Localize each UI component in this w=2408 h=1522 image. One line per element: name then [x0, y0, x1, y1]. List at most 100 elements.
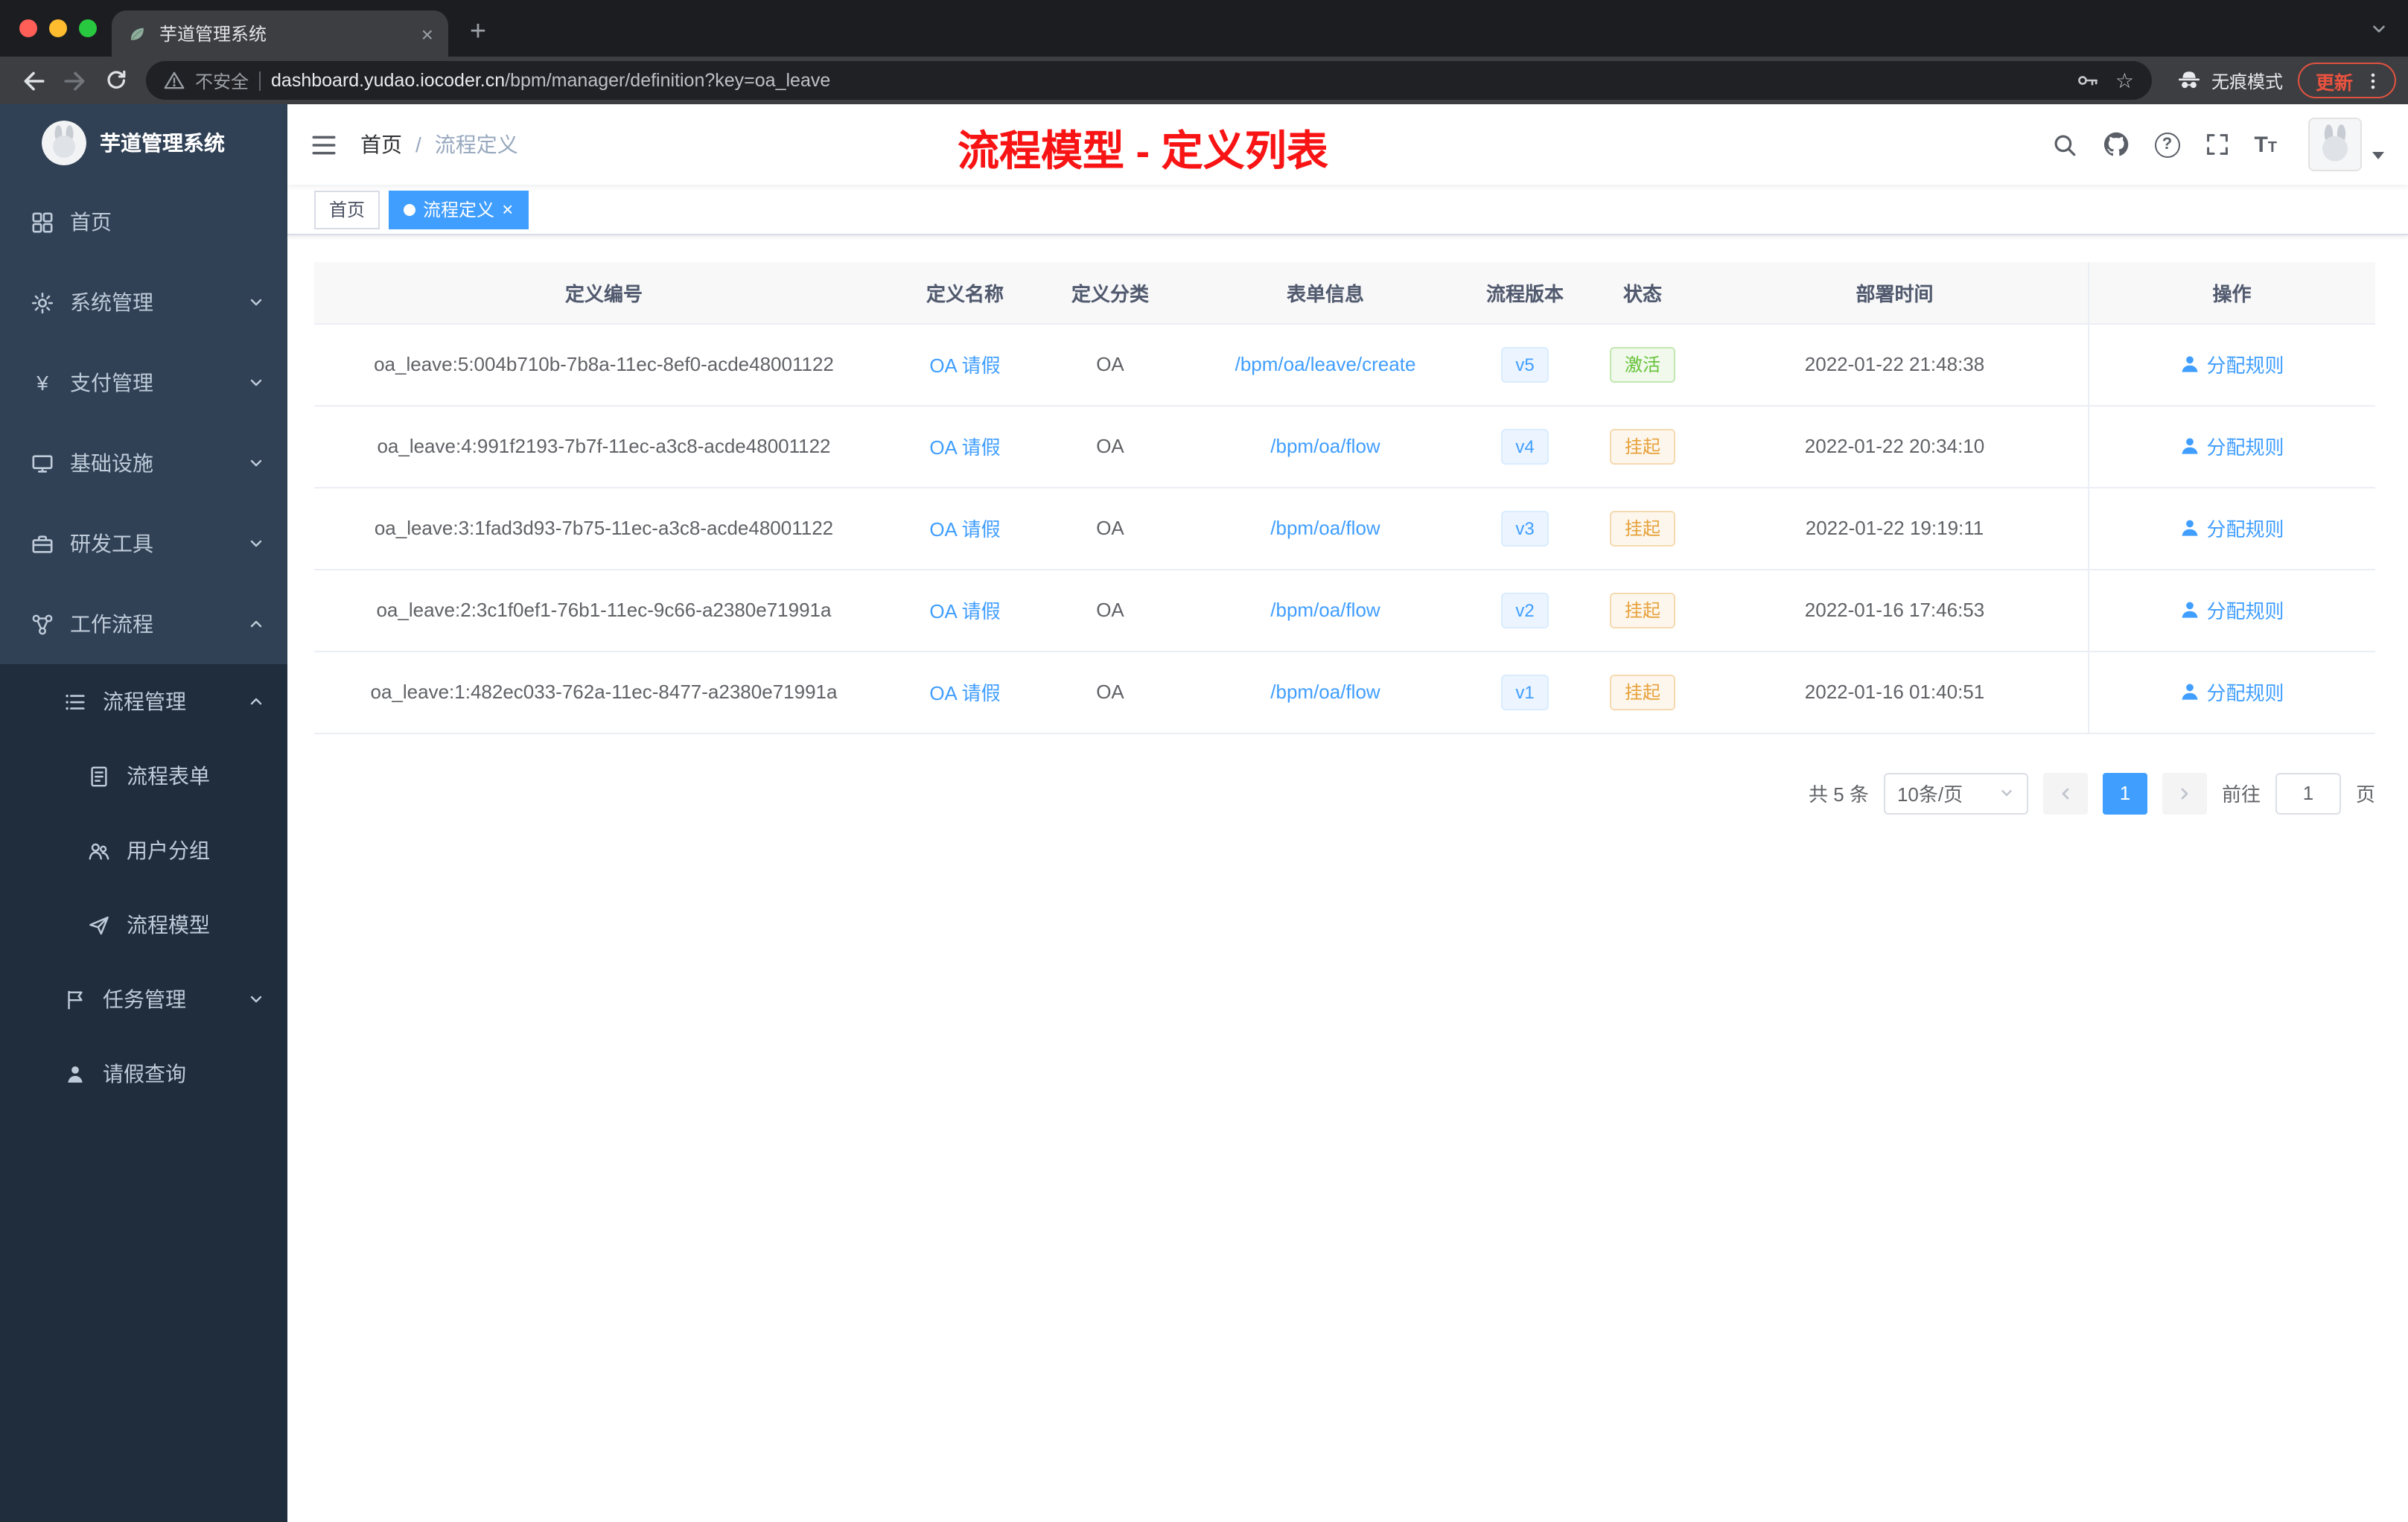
version-badge: v4	[1500, 428, 1549, 464]
window-close-button[interactable]	[19, 19, 37, 37]
form-link[interactable]: /bpm/oa/flow	[1270, 435, 1380, 457]
sidebar-item-leave-query[interactable]: 请假查询	[0, 1037, 287, 1111]
security-warning-icon[interactable]	[164, 70, 185, 91]
table-row: oa_leave:2:3c1f0ef1-76b1-11ec-9c66-a2380…	[314, 569, 2375, 652]
definition-name-link[interactable]: OA 请假	[929, 682, 1000, 704]
sidebar-item-process-model[interactable]: 流程模型	[0, 888, 287, 962]
sidebar-item-system-management[interactable]: 系统管理	[0, 262, 287, 343]
password-key-icon[interactable]	[2077, 69, 2100, 92]
definition-name-link[interactable]: OA 请假	[929, 354, 1000, 377]
goto-page-input[interactable]	[2275, 772, 2341, 814]
chevron-down-icon	[250, 996, 262, 1003]
pagination: 共 5 条 10条/页 1 前往 页	[314, 772, 2375, 814]
tab-search-chevron-icon[interactable]	[2369, 19, 2389, 39]
form-link[interactable]: /bpm/oa/flow	[1270, 517, 1380, 539]
deploy-time-cell: 2022-01-22 20:34:10	[1702, 405, 2088, 488]
font-size-icon[interactable]: TT	[2254, 132, 2277, 157]
form-link[interactable]: /bpm/oa/leave/create	[1235, 353, 1416, 375]
sidebar-item-process-form[interactable]: 流程表单	[0, 739, 287, 813]
operation-cell: 分配规则	[2087, 323, 2375, 406]
url-text[interactable]: dashboard.yudao.iocoder.cn/bpm/manager/d…	[271, 70, 2066, 91]
form-link[interactable]: /bpm/oa/flow	[1270, 599, 1380, 621]
assign-rule-link[interactable]: 分配规则	[2179, 432, 2284, 460]
security-label[interactable]: 不安全	[195, 68, 249, 93]
sidebar-item-user-group[interactable]: 用户分组	[0, 813, 287, 888]
deploy-time-cell: 2022-01-22 21:48:38	[1702, 323, 2088, 406]
definition-name-cell: OA 请假	[894, 405, 1036, 488]
tab-close-icon[interactable]: ×	[421, 23, 433, 44]
form-cell: /bpm/oa/leave/create	[1184, 323, 1467, 406]
sidebar-item-task-management[interactable]: 任务管理	[0, 962, 287, 1037]
list-icon	[66, 693, 85, 710]
status-cell: 挂起	[1583, 405, 1702, 488]
sidebar-item-infrastructure[interactable]: 基础设施	[0, 423, 287, 503]
chevron-down-icon	[250, 299, 262, 306]
new-tab-button[interactable]: +	[457, 12, 499, 54]
sidebar-toggle-button[interactable]	[311, 132, 337, 157]
user-icon	[2181, 602, 2198, 618]
user-group-icon	[89, 842, 109, 859]
toolbox-icon	[32, 535, 53, 553]
chevron-left-icon	[2062, 787, 2069, 799]
column-header-version: 流程版本	[1467, 262, 1583, 324]
address-bar[interactable]: 不安全 dashboard.yudao.iocoder.cn/bpm/manag…	[146, 61, 2152, 100]
forward-button[interactable]	[54, 61, 95, 100]
reload-button[interactable]	[95, 61, 137, 100]
goto-label: 前往	[2221, 783, 2261, 806]
definition-name-link[interactable]: OA 请假	[929, 600, 1000, 623]
help-icon[interactable]: ?	[2154, 132, 2180, 157]
sidebar: 芋道管理系统 首页 系统管理 ¥ 支付管理 基础设施 研发工具 工作流程 流程管…	[0, 104, 287, 1522]
goto-unit: 页	[2355, 783, 2375, 806]
version-badge: v1	[1500, 674, 1549, 710]
definition-table: 定义编号 定义名称 定义分类 表单信息 流程版本 状态 部署时间 操作 oa_l	[314, 262, 2375, 733]
chevron-down-icon	[250, 459, 262, 467]
avatar	[2308, 118, 2362, 171]
tag-process-definition[interactable]: 流程定义 ×	[389, 190, 529, 229]
column-header-category: 定义分类	[1036, 262, 1184, 324]
prev-page-button[interactable]	[2042, 772, 2088, 814]
browser-update-button[interactable]: 更新	[2297, 63, 2396, 98]
search-icon[interactable]	[2051, 132, 2077, 157]
chevron-down-icon	[250, 540, 262, 547]
breadcrumb-home[interactable]: 首页	[360, 130, 402, 159]
assign-rule-link[interactable]: 分配规则	[2179, 350, 2284, 378]
navbar-actions: ? TT	[2051, 118, 2384, 171]
definition-name-link[interactable]: OA 请假	[929, 518, 1000, 541]
sidebar-item-home[interactable]: 首页	[0, 182, 287, 262]
sidebar-logo[interactable]: 芋道管理系统	[0, 104, 287, 182]
dashboard-icon	[32, 211, 53, 232]
sidebar-item-process-management[interactable]: 流程管理	[0, 664, 287, 739]
annotation-title: 流程模型 - 定义列表	[958, 128, 1328, 174]
window-zoom-button[interactable]	[79, 19, 97, 37]
assign-rule-link[interactable]: 分配规则	[2179, 514, 2284, 542]
assign-rule-link[interactable]: 分配规则	[2179, 596, 2284, 624]
form-link[interactable]: /bpm/oa/flow	[1270, 681, 1380, 703]
user-menu[interactable]	[2308, 118, 2384, 171]
tags-view-bar: 首页 流程定义 ×	[287, 185, 2408, 235]
chevron-up-icon	[250, 698, 262, 705]
github-icon[interactable]	[2102, 131, 2129, 158]
form-cell: /bpm/oa/flow	[1184, 651, 1467, 733]
sidebar-item-payment-management[interactable]: ¥ 支付管理	[0, 343, 287, 423]
fullscreen-icon[interactable]	[2205, 133, 2229, 156]
top-navbar: 首页 / 流程定义 流程模型 - 定义列表 ? TT	[287, 104, 2408, 185]
page-size-select[interactable]: 10条/页	[1883, 772, 2028, 814]
table-row: oa_leave:5:004b710b-7b8a-11ec-8ef0-acde4…	[314, 323, 2375, 406]
yen-icon: ¥	[36, 371, 48, 395]
browser-tab[interactable]: 芋道管理系统 ×	[112, 10, 448, 57]
tag-home[interactable]: 首页	[314, 190, 380, 229]
tag-close-icon[interactable]: ×	[502, 200, 513, 219]
status-badge: 挂起	[1609, 592, 1675, 628]
page-number-button[interactable]: 1	[2102, 772, 2147, 814]
definition-name-cell: OA 请假	[894, 487, 1036, 570]
definition-name-link[interactable]: OA 请假	[929, 436, 1000, 459]
window-minimize-button[interactable]	[49, 19, 67, 37]
chevron-up-icon	[250, 620, 262, 628]
sidebar-item-dev-tools[interactable]: 研发工具	[0, 503, 287, 584]
assign-rule-link[interactable]: 分配规则	[2179, 678, 2284, 706]
next-page-button[interactable]	[2162, 772, 2207, 814]
deploy-time-cell: 2022-01-16 01:40:51	[1702, 651, 2088, 733]
bookmark-star-icon[interactable]: ☆	[2115, 70, 2134, 91]
back-button[interactable]	[12, 61, 54, 100]
sidebar-item-workflow[interactable]: 工作流程	[0, 584, 287, 664]
